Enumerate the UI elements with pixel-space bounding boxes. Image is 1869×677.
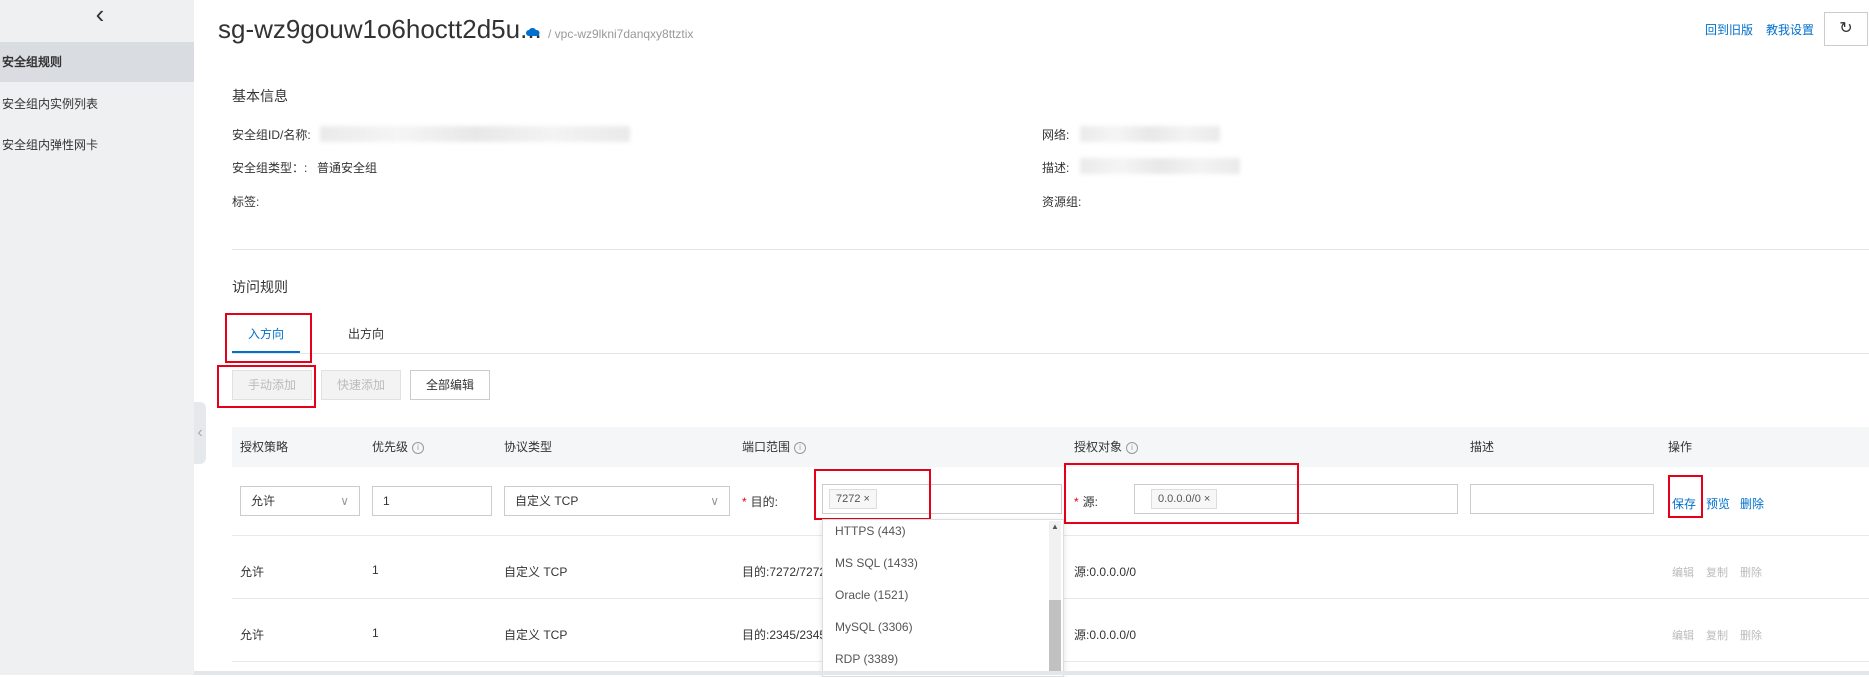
source-cell: 源:0.0.0.0/0 xyxy=(1074,628,1137,642)
network-label: 网络: xyxy=(1042,128,1070,142)
col-header-port: 端口范围 i xyxy=(742,427,807,467)
info-icon[interactable]: i xyxy=(412,441,425,454)
quick-add-button[interactable]: 快速添加 xyxy=(321,370,401,400)
port-dropdown[interactable]: HTTPS (443) MS SQL (1433) Oracle (1521) … xyxy=(822,519,1064,677)
dropdown-option[interactable]: RDP (3389) xyxy=(835,652,898,666)
help-settings-link[interactable]: 教我设置 xyxy=(1766,21,1814,38)
sidebar-item-rules[interactable]: 安全组规则 xyxy=(0,42,194,82)
sidebar-item-label: 安全组规则 xyxy=(2,55,63,69)
source-cell: 源:0.0.0.0/0 xyxy=(1074,565,1137,579)
protocol-cell: 自定义 TCP xyxy=(504,565,568,579)
refresh-button[interactable]: ↻ xyxy=(1824,12,1868,46)
delete-link[interactable]: 删除 xyxy=(1740,495,1764,512)
preview-link[interactable]: 预览 xyxy=(1706,495,1730,512)
info-icon[interactable]: i xyxy=(1126,441,1139,454)
protocol-select[interactable]: 自定义 TCP ∨ xyxy=(504,486,730,516)
delete-link[interactable]: 删除 xyxy=(1740,564,1762,580)
manual-add-button[interactable]: 手动添加 xyxy=(232,370,312,400)
port-range-input[interactable]: 7272 × xyxy=(822,484,1062,514)
page-title: sg-wz9gouw1o6hoctt2d5u... xyxy=(218,14,542,44)
cloud-icon xyxy=(526,28,540,36)
basic-info-title: 基本信息 xyxy=(232,88,288,104)
policy-select[interactable]: 允许 ∨ xyxy=(240,486,360,516)
close-icon[interactable]: × xyxy=(864,493,870,505)
dropdown-option[interactable]: MySQL (3306) xyxy=(835,620,913,634)
tab-inbound[interactable]: 入方向 xyxy=(248,325,284,342)
col-header-priority: 优先级 i xyxy=(372,427,425,467)
description-label: 描述: xyxy=(1042,161,1070,175)
priority-input[interactable]: 1 xyxy=(372,486,492,516)
tags-label: 标签: xyxy=(232,195,260,209)
source-tag: 0.0.0.0/0 × xyxy=(1151,489,1218,509)
sg-type-value: 普通安全组 xyxy=(317,161,378,175)
port-cell: 目的:7272/7272 xyxy=(742,565,827,579)
sidebar-item-eni[interactable]: 安全组内弹性网卡 xyxy=(0,125,194,165)
sg-type-label: 安全组类型：: xyxy=(232,161,308,175)
dropdown-scrollbar-thumb[interactable] xyxy=(1049,600,1061,675)
copy-link[interactable]: 复制 xyxy=(1706,627,1728,643)
back-to-old-link[interactable]: 回到旧版 xyxy=(1705,21,1753,38)
resource-group-label: 资源组: xyxy=(1042,195,1082,209)
dropdown-option[interactable]: HTTPS (443) xyxy=(835,524,906,538)
sg-id-value-redacted xyxy=(320,126,630,142)
table-header: 授权策略 优先级 i 协议类型 端口范围 i 授权对象 i 描述 操作 xyxy=(232,427,1869,467)
divider xyxy=(232,249,1869,250)
tab-outbound[interactable]: 出方向 xyxy=(348,325,384,342)
delete-link[interactable]: 删除 xyxy=(1740,627,1762,643)
protocol-cell: 自定义 TCP xyxy=(504,628,568,642)
col-header-source: 授权对象 i xyxy=(1074,427,1139,467)
policy-cell: 允许 xyxy=(240,628,265,642)
close-icon[interactable]: × xyxy=(1204,493,1210,505)
priority-cell: 1 xyxy=(372,563,379,577)
dest-label: * 目的: xyxy=(742,495,779,509)
port-tag: 7272 × xyxy=(829,489,877,509)
dropdown-option[interactable]: MS SQL (1433) xyxy=(835,556,918,570)
sidebar-item-instances[interactable]: 安全组内实例列表 xyxy=(0,84,194,124)
description-input[interactable] xyxy=(1470,484,1654,514)
col-header-policy: 授权策略 xyxy=(240,440,289,454)
sg-id-label: 安全组ID/名称: xyxy=(232,128,311,142)
access-rules-title: 访问规则 xyxy=(232,279,288,295)
vpc-breadcrumb[interactable]: / vpc-wz9lkni7danqxy8ttztix xyxy=(548,27,693,41)
network-value-redacted xyxy=(1080,126,1220,142)
edit-all-button[interactable]: 全部编辑 xyxy=(410,370,490,400)
priority-cell: 1 xyxy=(372,626,379,640)
source-label: * 源: xyxy=(1074,495,1099,509)
chevron-left-icon[interactable]: ‹ xyxy=(88,1,112,27)
sidebar-item-label: 安全组内弹性网卡 xyxy=(2,138,99,152)
bottom-scrollbar[interactable] xyxy=(194,671,1869,675)
chevron-down-icon: ∨ xyxy=(340,494,349,508)
collapse-handle[interactable]: ‹ xyxy=(194,402,206,464)
save-link[interactable]: 保存 xyxy=(1672,495,1696,512)
col-header-protocol: 协议类型 xyxy=(504,440,553,454)
scroll-up-icon[interactable]: ▲ xyxy=(1049,521,1061,533)
info-icon[interactable]: i xyxy=(794,441,807,454)
col-header-actions: 操作 xyxy=(1668,440,1693,454)
sidebar: ‹ 安全组规则 安全组内实例列表 安全组内弹性网卡 xyxy=(0,0,194,675)
tab-divider xyxy=(232,353,1869,354)
sidebar-item-label: 安全组内实例列表 xyxy=(2,97,99,111)
chevron-down-icon: ∨ xyxy=(710,494,719,508)
refresh-icon: ↻ xyxy=(1839,20,1853,37)
edit-link[interactable]: 编辑 xyxy=(1672,564,1694,580)
col-header-description: 描述 xyxy=(1470,440,1495,454)
copy-link[interactable]: 复制 xyxy=(1706,564,1728,580)
description-value-redacted xyxy=(1080,158,1240,174)
policy-cell: 允许 xyxy=(240,565,265,579)
source-input[interactable]: 0.0.0.0/0 × xyxy=(1134,484,1458,514)
port-cell: 目的:2345/2345 xyxy=(742,628,827,642)
edit-link[interactable]: 编辑 xyxy=(1672,627,1694,643)
dropdown-option[interactable]: Oracle (1521) xyxy=(835,588,908,602)
